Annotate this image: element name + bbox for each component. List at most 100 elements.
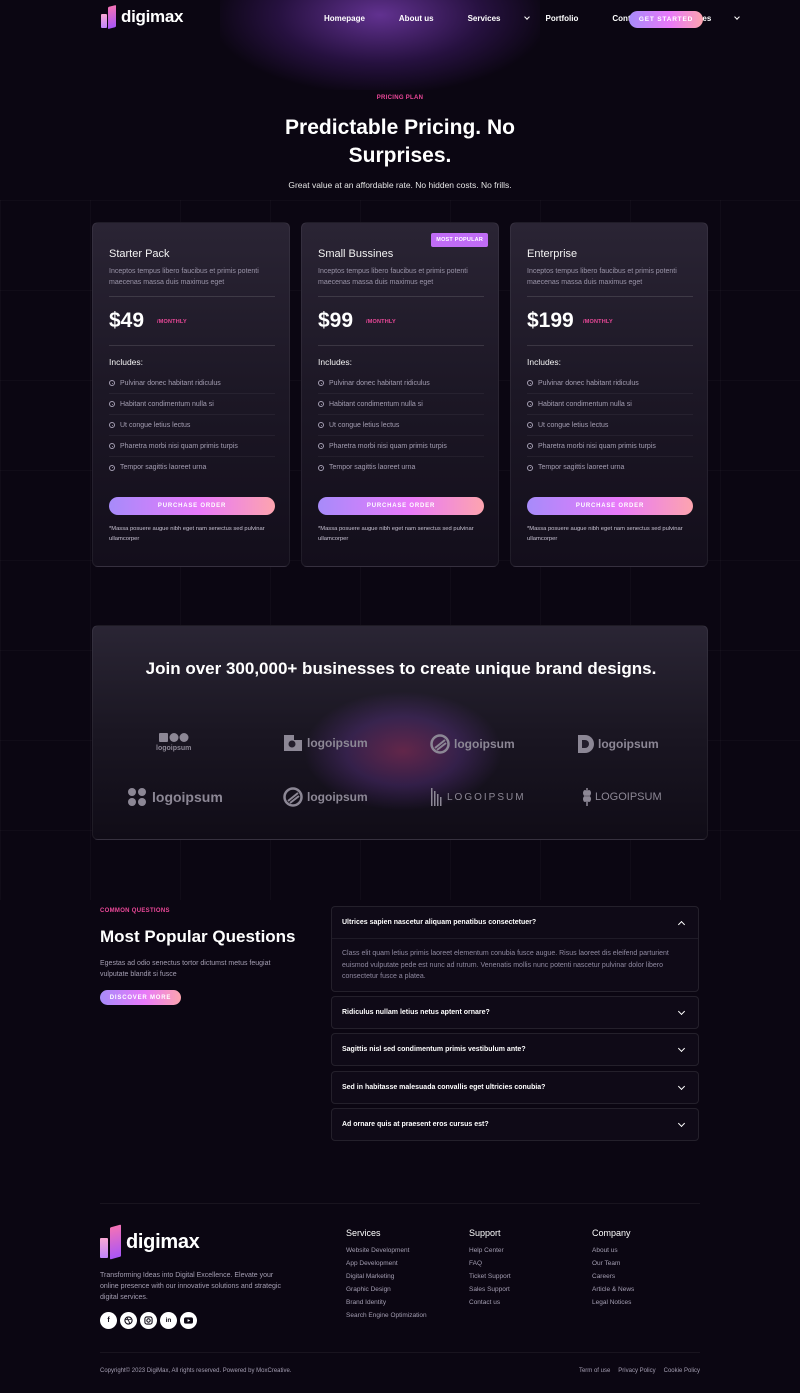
chevron-down-icon[interactable] xyxy=(677,1044,686,1053)
facebook-icon[interactable]: f xyxy=(100,1312,117,1329)
divider xyxy=(527,296,693,297)
footer-link[interactable]: Search Engine Optimization xyxy=(346,1312,427,1325)
faq-item[interactable]: Ultrices sapien nascetur aliquam penatib… xyxy=(331,906,699,992)
logo-mark-icon xyxy=(101,4,117,30)
divider xyxy=(109,296,275,297)
faq-item[interactable]: Ad ornare quis at praesent eros cursus e… xyxy=(331,1108,699,1141)
pricing-subtitle: Great value at an affordable rate. No hi… xyxy=(288,180,512,190)
faq-item[interactable]: Sed in habitasse malesuada convallis ege… xyxy=(331,1071,699,1104)
plan-price: $49 xyxy=(109,309,145,332)
footer-link[interactable]: App Development xyxy=(346,1260,427,1273)
footer-link[interactable]: Digital Marketing xyxy=(346,1273,427,1286)
chevron-down-icon[interactable] xyxy=(677,1119,686,1128)
legal-link-privacy[interactable]: Privacy Policy xyxy=(618,1368,655,1374)
partner-logo-1: logoipsum xyxy=(156,733,191,752)
chevron-down-icon xyxy=(523,14,530,20)
instagram-icon[interactable] xyxy=(140,1312,157,1329)
chevron-down-icon[interactable] xyxy=(677,1007,686,1016)
feature-text: Ut congue letius lectus xyxy=(120,421,191,429)
check-circle-icon xyxy=(109,464,115,471)
footer-link[interactable]: FAQ xyxy=(469,1260,511,1273)
faq-question[interactable]: Ridiculus nullam letius netus aptent orn… xyxy=(342,997,490,1028)
partner-logo-7: LOGOIPSUM xyxy=(431,788,526,806)
dots-logo-icon xyxy=(158,733,189,742)
faq-question[interactable]: Ultrices sapien nascetur aliquam penatib… xyxy=(342,907,536,938)
feature-item: Ut congue letius lectus xyxy=(527,415,693,436)
footer-link[interactable]: Ticket Support xyxy=(469,1273,511,1286)
faq-answer: Class elit quam letius primis laoreet el… xyxy=(342,950,669,980)
plan-name: Small Bussines xyxy=(318,248,394,260)
dribbble-icon[interactable] xyxy=(120,1312,137,1329)
footer-link[interactable]: Careers xyxy=(592,1273,634,1286)
linkedin-icon[interactable]: in xyxy=(160,1312,177,1329)
check-circle-icon xyxy=(109,422,115,428)
check-circle-icon xyxy=(527,443,533,449)
footer-brand-name: digimax xyxy=(126,1230,200,1253)
includes-label: Includes: xyxy=(318,357,353,367)
purchase-order-button[interactable]: PURCHASE ORDER xyxy=(109,497,275,515)
pricing-card: Starter Pack Inceptos tempus libero fauc… xyxy=(92,222,290,567)
faq-question[interactable]: Sed in habitasse malesuada convallis ege… xyxy=(342,1072,545,1103)
legal-link-terms[interactable]: Term of use xyxy=(579,1368,610,1374)
footer-link[interactable]: Help Center xyxy=(469,1247,511,1260)
check-circle-icon xyxy=(109,401,115,407)
footer-link[interactable]: About us xyxy=(592,1247,634,1260)
plan-note: *Massa posuere augue nibh eget nam senec… xyxy=(527,526,683,542)
plan-price: $99 xyxy=(318,309,354,332)
nav-item-homepage[interactable]: Homepage xyxy=(324,14,382,23)
nav-item-portfolio[interactable]: Portfolio xyxy=(546,14,596,23)
brand-logo[interactable]: digimax xyxy=(101,4,183,30)
feature-text: Tempor sagittis laoreet urna xyxy=(120,464,207,471)
partner-logo-text: logoipsum xyxy=(598,737,659,751)
youtube-icon[interactable] xyxy=(180,1312,197,1329)
check-circle-icon xyxy=(318,464,324,471)
check-circle-icon xyxy=(527,401,533,407)
feature-text: Tempor sagittis laoreet urna xyxy=(329,464,416,471)
divider xyxy=(318,296,484,297)
discover-more-button[interactable]: DISCOVER MORE xyxy=(100,990,181,1005)
check-circle-icon xyxy=(527,380,533,386)
footer-link[interactable]: Article & News xyxy=(592,1286,634,1299)
feature-text: Pulvinar donec habitant ridiculus xyxy=(120,379,221,387)
footer-link[interactable]: Contact us xyxy=(469,1299,511,1312)
check-circle-icon xyxy=(109,443,115,449)
footer-link[interactable]: Brand Identity xyxy=(346,1299,427,1312)
partner-logo-2: logoipsum xyxy=(283,734,368,752)
purchase-order-button[interactable]: PURCHASE ORDER xyxy=(318,497,484,515)
feature-item: Habitant condimentum nulla si xyxy=(527,394,693,415)
nav-item-services[interactable]: Services xyxy=(468,14,530,23)
faq-section-label: COMMON QUESTIONS xyxy=(100,908,170,914)
chevron-up-icon[interactable] xyxy=(677,920,686,929)
nav-item-about[interactable]: About us xyxy=(399,14,451,23)
footer-link[interactable]: Sales Support xyxy=(469,1286,511,1299)
feature-text: Pulvinar donec habitant ridiculus xyxy=(538,379,639,387)
plan-note: *Massa posuere augue nibh eget nam senec… xyxy=(109,526,265,542)
footer-logo[interactable]: digimax xyxy=(100,1224,200,1260)
half-circle-logo-icon xyxy=(578,735,594,753)
pricing-card: MOST POPULAR Small Bussines Inceptos tem… xyxy=(301,222,499,567)
footer-link[interactable]: Website Development xyxy=(346,1247,427,1260)
feature-item: Habitant condimentum nulla si xyxy=(318,394,484,415)
legal-link-cookie[interactable]: Cookie Policy xyxy=(664,1368,700,1374)
faq-question[interactable]: Sagittis nisl sed condimentum primis ves… xyxy=(342,1034,526,1065)
circle-slash-logo-icon xyxy=(430,734,450,754)
plan-description: Inceptos tempus libero faucibus et primi… xyxy=(318,268,468,286)
footer-link[interactable]: Legal Notices xyxy=(592,1299,634,1312)
brands-section: Join over 300,000+ businesses to create … xyxy=(92,625,708,840)
legal-links: Term of use Privacy Policy Cookie Policy xyxy=(579,1368,700,1374)
get-started-button[interactable]: GET STARTED xyxy=(629,11,703,28)
footer-link[interactable]: Graphic Design xyxy=(346,1286,427,1299)
partner-logo-text: LOGOIPSUM xyxy=(447,791,526,803)
faq-question[interactable]: Ad ornare quis at praesent eros cursus e… xyxy=(342,1109,489,1140)
feature-text: Ut congue letius lectus xyxy=(329,421,400,429)
includes-label: Includes: xyxy=(527,357,562,367)
faq-item[interactable]: Ridiculus nullam letius netus aptent orn… xyxy=(331,996,699,1029)
faq-item[interactable]: Sagittis nisl sed condimentum primis ves… xyxy=(331,1033,699,1066)
partner-logo-text: logoipsum xyxy=(454,737,515,751)
feature-item: Pharetra morbi nisi quam primis turpis xyxy=(318,436,484,457)
chevron-down-icon[interactable] xyxy=(677,1082,686,1091)
most-popular-badge: MOST POPULAR xyxy=(431,233,488,247)
footer-link[interactable]: Our Team xyxy=(592,1260,634,1273)
purchase-order-button[interactable]: PURCHASE ORDER xyxy=(527,497,693,515)
faq-description: Egestas ad odio senectus tortor dictumst… xyxy=(100,960,271,978)
